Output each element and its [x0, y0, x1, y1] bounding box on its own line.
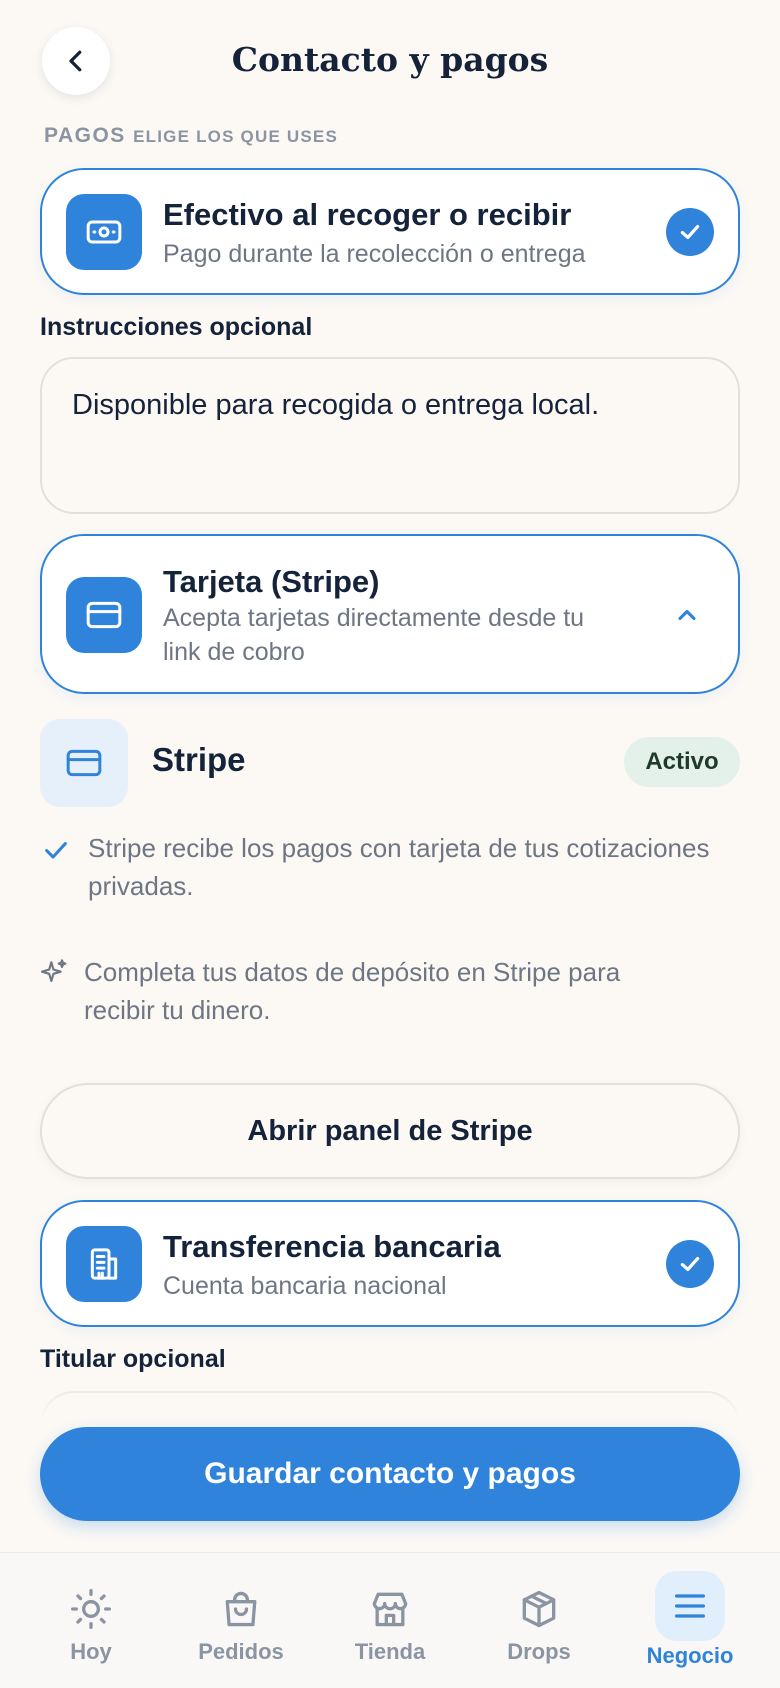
cash-description: Pago durante la recolección o entrega	[163, 240, 586, 268]
save-button[interactable]: Guardar contacto y pagos	[40, 1427, 740, 1521]
cash-selected-check[interactable]	[666, 208, 714, 256]
card-description-line2: link de cobro	[163, 638, 305, 666]
nav-item-pedidos[interactable]: Pedidos	[171, 1553, 311, 1688]
nav-label: Drops	[507, 1639, 571, 1664]
bank-title: Transferencia bancaria	[163, 1229, 501, 1264]
card-description-line1: Acepta tarjetas directamente desde tu	[163, 604, 585, 632]
page-title: Contacto y pagos	[231, 40, 549, 79]
nav-item-negocio[interactable]: Negocio	[620, 1553, 760, 1688]
status-badge: Activo	[624, 737, 740, 787]
card-title: Tarjeta (Stripe)	[163, 564, 380, 599]
instructions-textarea[interactable]: Disponible para recogida o entrega local…	[40, 357, 740, 514]
bottom-nav: Hoy Pedidos Tienda Drops Negocio	[0, 1552, 780, 1688]
store-icon	[364, 1583, 416, 1635]
chevron-up-icon	[678, 609, 696, 621]
stripe-hint-line1: Completa tus datos de depósito en Stripe…	[84, 957, 621, 987]
stripe-note-line1: Stripe recibe los pagos con tarjeta de t…	[88, 833, 710, 863]
sparkles-icon	[40, 959, 67, 983]
building-icon	[66, 1226, 142, 1302]
check-icon	[680, 224, 700, 240]
shopping-bag-icon	[215, 1583, 267, 1635]
check-icon	[680, 1256, 700, 1272]
nav-label: Negocio	[646, 1643, 734, 1668]
stripe-name: Stripe	[152, 741, 246, 778]
payment-method-cash[interactable]: Efectivo al recoger o recibir Pago duran…	[40, 168, 740, 295]
section-label: PAGOS ELIGE LOS QUE USES	[44, 124, 338, 148]
nav-item-hoy[interactable]: Hoy	[21, 1553, 161, 1688]
payment-method-bank[interactable]: Transferencia bancaria Cuenta bancaria n…	[40, 1200, 740, 1327]
box-icon	[513, 1583, 565, 1635]
nav-label: Pedidos	[198, 1639, 284, 1664]
sun-icon	[65, 1583, 117, 1635]
instructions-label: Instrucciones opcional	[40, 313, 313, 341]
cash-icon	[66, 194, 142, 270]
nav-item-drops[interactable]: Drops	[469, 1553, 609, 1688]
nav-label: Hoy	[70, 1639, 112, 1664]
menu-icon	[655, 1571, 725, 1641]
stripe-note-line2: privadas.	[88, 871, 194, 901]
nav-item-tienda[interactable]: Tienda	[320, 1553, 460, 1688]
check-icon	[45, 842, 67, 859]
bank-selected-check[interactable]	[666, 1240, 714, 1288]
bank-description: Cuenta bancaria nacional	[163, 1272, 447, 1300]
section-title: PAGOS	[44, 124, 126, 147]
payment-method-card[interactable]: Tarjeta (Stripe) Acepta tarjetas directa…	[40, 534, 740, 694]
section-subtitle: ELIGE LOS QUE USES	[133, 127, 338, 146]
collapse-button[interactable]	[670, 598, 704, 632]
cash-title: Efectivo al recoger o recibir	[163, 197, 572, 232]
stripe-hint-line2: recibir tu dinero.	[84, 995, 271, 1025]
stripe-logo-tile	[40, 719, 128, 807]
open-stripe-dashboard-button[interactable]: Abrir panel de Stripe	[40, 1083, 740, 1179]
credit-card-icon	[66, 749, 102, 777]
credit-card-icon	[66, 577, 142, 653]
nav-label: Tienda	[354, 1639, 426, 1664]
